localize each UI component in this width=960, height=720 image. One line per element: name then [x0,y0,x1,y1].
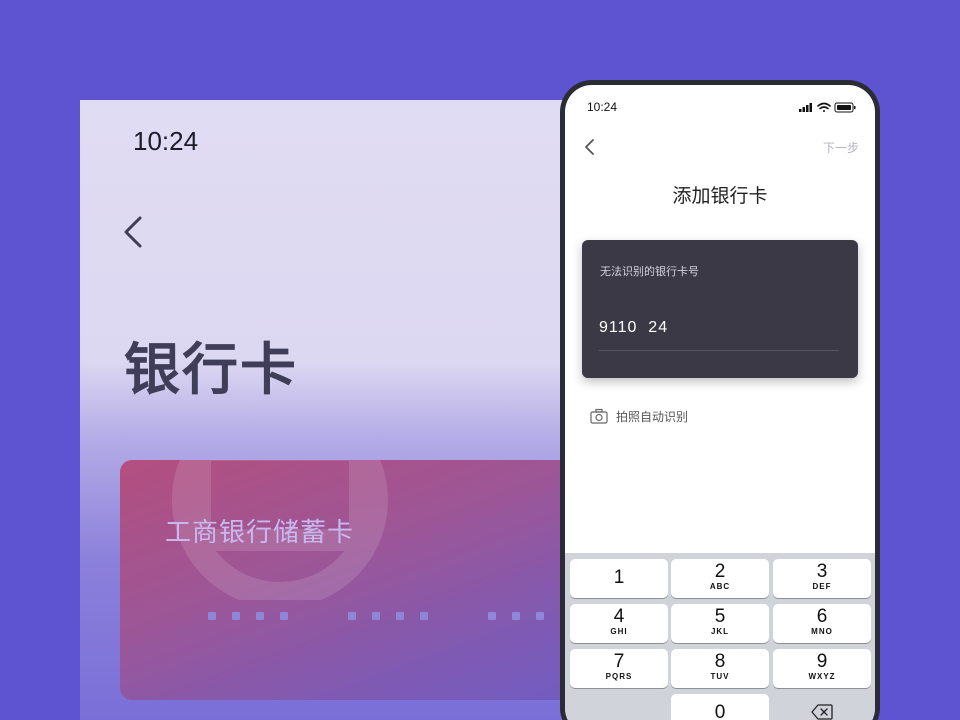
key-number: 3 [816,561,828,582]
background-card-name: 工商银行储蓄卡 [165,518,355,548]
status-time: 10:24 [587,100,618,114]
photo-recognize-button[interactable]: 拍照自动识别 [590,407,688,425]
phone-frame: 10:24 下一步 添加银行卡 无法识别的银行卡号 9110 24 拍照自动识别… [560,80,880,720]
key-letters: ABC [709,582,731,591]
key-6[interactable]: 6 MNO [773,604,871,643]
card-number-caption: 无法识别的银行卡号 [600,265,699,278]
card-number-input[interactable] [599,319,839,337]
key-8[interactable]: 8 TUV [671,649,769,688]
key-number: 6 [816,606,828,627]
background-status-time: 10:24 [133,126,199,156]
status-bar-icons [799,102,856,113]
key-1[interactable]: 1 [570,559,668,598]
key-9[interactable]: 9 WXYZ [773,649,871,688]
background-bank-card: 工商银行储蓄卡 [120,460,600,700]
card-input-underline [599,350,839,351]
key-number: 5 [714,606,726,627]
next-step-button[interactable]: 下一步 [823,139,859,156]
key-number: 9 [816,651,828,672]
key-number: 8 [714,651,726,672]
key-5[interactable]: 5 JKL [671,604,769,643]
key-letters: MNO [811,627,833,636]
signal-icon [799,103,812,112]
wifi-icon [817,102,831,112]
key-letters: DEF [812,582,832,591]
masked-card-number [120,612,600,622]
camera-icon [590,408,608,424]
card-number-panel: 无法识别的银行卡号 [582,240,858,378]
background-page-title: 银行卡 [124,338,298,403]
key-number: 0 [714,702,726,720]
key-number: 2 [714,561,726,582]
key-7[interactable]: 7 PQRS [570,649,668,688]
background-screen: 10:24 银行卡 工商银行储蓄卡 [80,100,600,720]
key-0[interactable]: 0 [671,694,769,720]
back-chevron-icon[interactable] [580,135,600,159]
key-letters: JKL [710,627,730,636]
key-number: 1 [613,567,625,588]
key-letters: GHI [610,627,628,636]
key-4[interactable]: 4 GHI [570,604,668,643]
key-letters: WXYZ [808,672,836,681]
key-2[interactable]: 2 ABC [671,559,769,598]
key-letters: TUV [710,672,730,681]
key-3[interactable]: 3 DEF [773,559,871,598]
page-title: 添加银行卡 [672,185,768,207]
battery-icon [834,102,856,113]
key-letters: PQRS [605,672,633,681]
numeric-keypad: 1 2 ABC 3 DEF 4 GHI 5 JKL 6 MNO 7 PQRS 8… [565,553,875,720]
key-number: 4 [613,606,625,627]
phone-screen: 10:24 下一步 添加银行卡 无法识别的银行卡号 9110 24 拍照自动识别… [565,85,875,720]
background-back-icon [124,216,142,248]
photo-recognize-label: 拍照自动识别 [616,409,689,424]
delete-key[interactable] [773,694,871,720]
key-number: 7 [613,651,625,672]
backspace-icon [811,704,833,720]
